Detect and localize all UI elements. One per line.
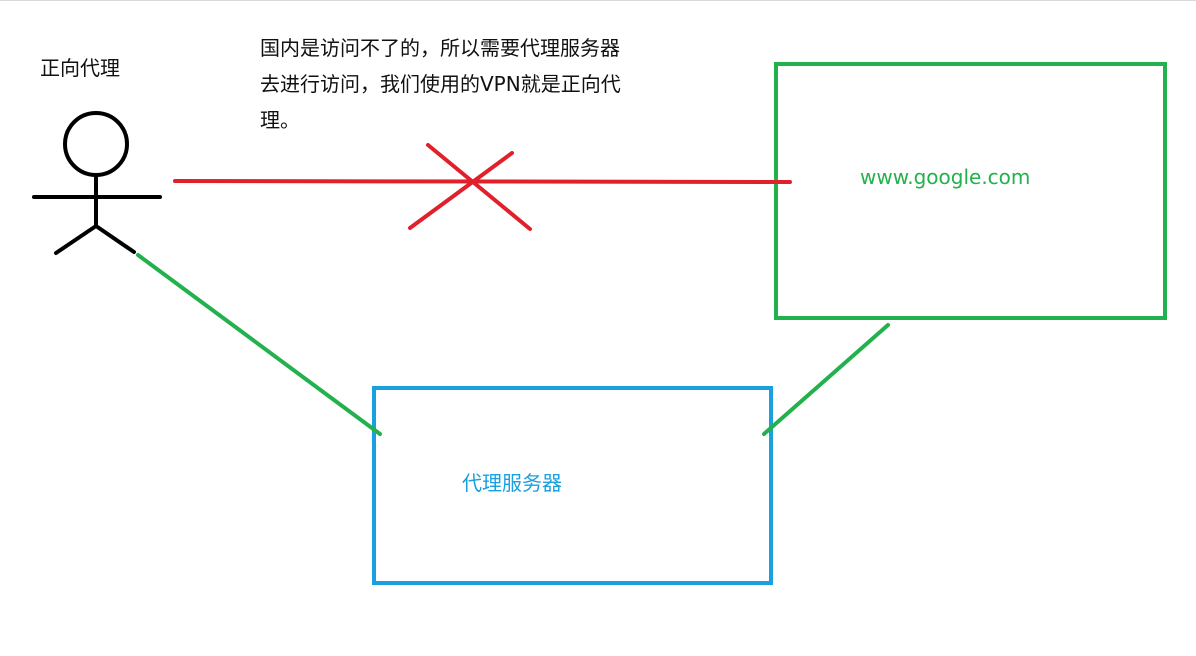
stick-figure-icon <box>32 111 162 255</box>
proxy-server-label: 代理服务器 <box>462 471 562 495</box>
proxy-server-box <box>372 386 773 585</box>
user-to-proxy-line <box>136 253 382 436</box>
blocked-connection-line <box>173 179 792 184</box>
google-server-box <box>774 62 1167 320</box>
explanation-note: 国内是访问不了的，所以需要代理服务器 去进行访问，我们使用的VPN就是正向代 理… <box>260 30 700 138</box>
figure-right-leg <box>94 224 136 254</box>
note-line-2: 去进行访问，我们使用的VPN就是正向代 <box>260 72 621 96</box>
blocked-x-mark-icon <box>408 143 532 231</box>
note-line-3: 理。 <box>260 108 300 132</box>
diagram-canvas: 正向代理 国内是访问不了的，所以需要代理服务器 去进行访问，我们使用的VPN就是… <box>0 0 1196 656</box>
figure-left-leg <box>54 224 98 255</box>
proxy-to-google-line <box>762 323 890 436</box>
google-server-label: www.google.com <box>860 165 1031 189</box>
diagram-title: 正向代理 <box>40 56 120 80</box>
note-line-1: 国内是访问不了的，所以需要代理服务器 <box>260 36 620 60</box>
figure-head <box>63 111 129 177</box>
